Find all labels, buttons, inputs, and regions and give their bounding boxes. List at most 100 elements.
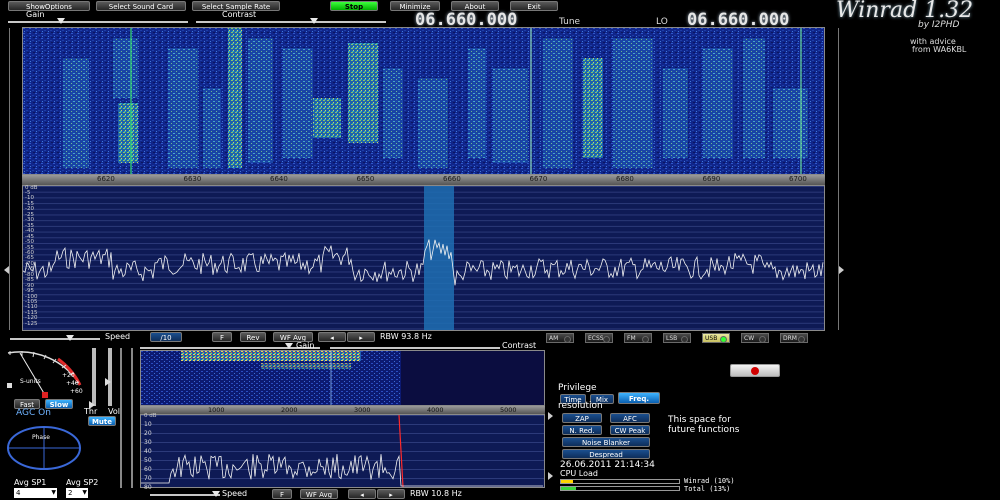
main-rev-button[interactable]: Rev	[240, 332, 266, 342]
main-speed-knob[interactable]	[66, 335, 74, 341]
left-frame-line	[9, 28, 10, 330]
main-frequency-tick: 6630	[183, 175, 202, 183]
mode-button-label: CW	[744, 335, 755, 342]
avg-sp2-dropdown-icon[interactable]: ▼	[82, 488, 87, 498]
audio-db-label: 80	[144, 484, 152, 491]
app-author: by I2PHD	[918, 20, 960, 30]
audio-gain-label: Gain	[296, 341, 315, 350]
audio-wf-avg-button[interactable]: WF Avg	[300, 489, 338, 499]
vol-label: Vol	[108, 407, 120, 416]
select-sound-card-button[interactable]: Select Sound Card	[96, 1, 186, 11]
main-arrow-left-button[interactable]: ◂	[318, 332, 346, 342]
mode-button-ecss[interactable]: ECSS	[585, 333, 613, 343]
mute-button[interactable]: Mute	[88, 416, 116, 426]
audio-arrow-right-button[interactable]: ▸	[377, 489, 405, 499]
phase-label: Phase	[32, 434, 50, 441]
main-frequency-tick: 6660	[443, 175, 461, 183]
main-frequency-tick: 6650	[356, 175, 375, 183]
stop-button[interactable]: Stop	[330, 1, 378, 11]
spectrum-db-label: -125	[25, 320, 38, 327]
audio-frequency-tick: 3000	[354, 406, 371, 414]
mode-button-label: USB	[705, 335, 718, 342]
thr-slider[interactable]	[92, 348, 96, 406]
gain-slider-knob[interactable]	[57, 18, 65, 24]
right-frame-arrow[interactable]	[839, 266, 844, 274]
s-meter-pivot	[42, 392, 48, 398]
mode-button-label: DRM	[783, 335, 797, 342]
audio-speed-slider[interactable]	[150, 494, 220, 496]
audio-waterfall[interactable]	[140, 350, 545, 406]
audio-frequency-tick: 5000	[500, 406, 517, 414]
audio-left-vslider-1[interactable]	[120, 348, 122, 488]
zap-button[interactable]: ZAP	[562, 413, 602, 423]
mode-button-am[interactable]: AM	[546, 333, 574, 343]
cw-peak-button[interactable]: CW Peak	[610, 425, 650, 435]
main-waterfall-texture	[23, 28, 824, 174]
show-options-button[interactable]: ShowOptions	[8, 1, 90, 11]
avg-sp2-select[interactable]: 2 ▼	[66, 488, 88, 498]
audio-frequency-scale	[140, 406, 545, 414]
lo-label: LO	[656, 17, 668, 27]
audio-db-label: 60	[144, 466, 152, 473]
audio-speed-knob[interactable]	[212, 491, 220, 497]
thr-label: Thr	[84, 407, 98, 416]
audio-gain-slider[interactable]	[140, 347, 320, 349]
main-speed-value[interactable]: /10	[150, 332, 182, 342]
audio-arrow-left-button[interactable]: ◂	[348, 489, 376, 499]
avg-sp1-select[interactable]: 4 ▼	[14, 488, 57, 498]
mode-led-icon	[603, 336, 610, 343]
audio-contrast-slider[interactable]	[330, 347, 500, 349]
audio-db-label: 40	[144, 448, 152, 455]
main-spectrum[interactable]	[22, 185, 825, 331]
cpu-load-winrad-text: Winrad (10%)	[684, 477, 735, 485]
s-meter-scale-20: +20	[62, 372, 75, 379]
audio-right-arrow-bottom[interactable]	[548, 472, 553, 480]
future-space-line-1: This space for	[668, 415, 731, 425]
despread-button[interactable]: Despread	[562, 449, 650, 459]
privilege-freq-button[interactable]: Freq.	[618, 392, 660, 404]
audio-spectrum[interactable]	[140, 414, 545, 488]
mode-button-label: ECSS	[588, 335, 604, 342]
audio-db-label: 10	[144, 421, 152, 428]
main-frequency-tick: 6690	[702, 175, 721, 183]
audio-f-button[interactable]: F	[272, 489, 292, 499]
noise-reduction-button[interactable]: N. Red.	[562, 425, 602, 435]
vol-knob[interactable]	[105, 378, 111, 386]
mode-button-usb[interactable]: USB	[702, 333, 730, 343]
audio-left-vslider-2[interactable]	[131, 348, 133, 488]
main-speed-slider[interactable]	[10, 338, 100, 340]
mode-button-drm[interactable]: DRM	[780, 333, 808, 343]
mode-led-icon	[798, 336, 805, 343]
noise-blanker-button[interactable]: Noise Blanker	[562, 437, 650, 447]
avg-sp2-value: 2	[68, 489, 73, 497]
contrast-slider-knob[interactable]	[310, 18, 318, 24]
agc-status[interactable]: AGC On	[16, 408, 51, 418]
contrast-slider[interactable]	[196, 21, 386, 23]
audio-waterfall-texture	[141, 351, 544, 405]
main-f-button[interactable]: F	[212, 332, 232, 342]
afc-button[interactable]: AFC	[610, 413, 650, 423]
mode-button-label: AM	[549, 335, 559, 342]
audio-frequency-tick: 1000	[208, 406, 225, 414]
main-arrow-right-button[interactable]: ▸	[347, 332, 375, 342]
vol-slider[interactable]	[108, 348, 112, 406]
mode-button-fm[interactable]: FM	[624, 333, 652, 343]
mode-led-icon	[720, 336, 727, 343]
main-speed-label: Speed	[105, 332, 131, 341]
avg-sp1-dropdown-icon[interactable]: ▼	[51, 488, 56, 498]
mode-button-lsb[interactable]: LSB	[663, 333, 691, 343]
tune-label: Tune	[559, 17, 581, 27]
mode-button-cw[interactable]: CW	[741, 333, 769, 343]
left-frame-arrow[interactable]	[4, 266, 9, 274]
audio-db-header: 0 dB	[144, 413, 157, 419]
record-button[interactable]	[730, 364, 780, 377]
audio-right-arrow-top[interactable]	[548, 412, 553, 420]
cpu-load-label: CPU Load	[560, 469, 598, 478]
main-waterfall[interactable]	[22, 27, 825, 175]
main-rbw-label: RBW 93.8 Hz	[380, 332, 432, 341]
mode-led-icon	[564, 336, 571, 343]
gain-slider[interactable]	[8, 21, 188, 23]
main-frequency-tick: 6670	[529, 175, 548, 183]
contrast-label: Contrast	[222, 10, 257, 19]
audio-gain-knob[interactable]	[285, 343, 293, 349]
